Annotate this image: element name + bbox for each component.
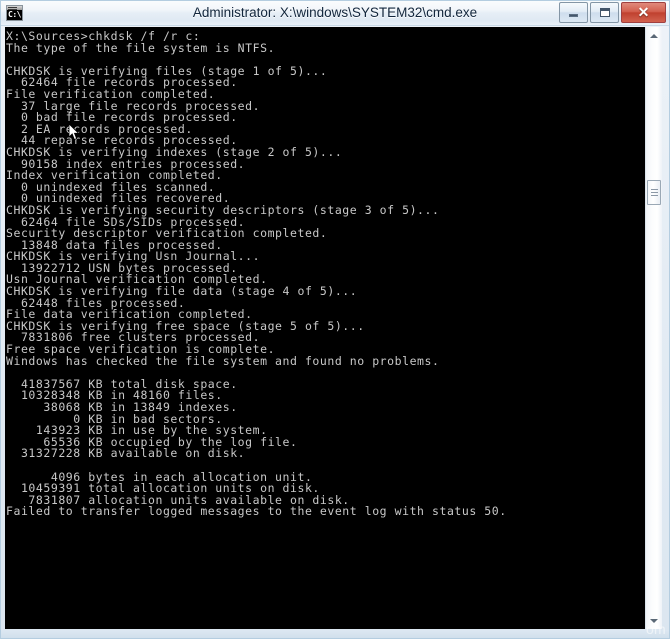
close-icon: ✕ xyxy=(637,4,650,20)
minimize-icon xyxy=(560,3,587,22)
scroll-up-arrow-icon[interactable] xyxy=(646,27,662,44)
maximize-icon xyxy=(591,3,618,22)
window-controls: ✕ xyxy=(559,2,666,23)
console-text: X:\Sources>chkdsk /f /r c: The type of t… xyxy=(6,29,507,519)
console-output-area[interactable]: X:\Sources>chkdsk /f /r c: The type of t… xyxy=(5,27,645,629)
maximize-button[interactable] xyxy=(590,2,619,23)
scrollbar-thumb[interactable] xyxy=(647,180,661,205)
minimize-button[interactable] xyxy=(559,2,588,23)
vertical-scrollbar[interactable] xyxy=(645,27,662,629)
watermark-text: om xyxy=(645,621,666,637)
cmd-window: C:\ Administrator: X:\windows\SYSTEM32\c… xyxy=(0,0,670,639)
window-bottom-edge xyxy=(0,630,670,639)
scrollbar-track[interactable] xyxy=(646,44,662,612)
close-button[interactable]: ✕ xyxy=(621,2,666,23)
scrollbar-thumb-grip xyxy=(651,189,658,190)
window-title-bar[interactable]: C:\ Administrator: X:\windows\SYSTEM32\c… xyxy=(0,0,670,26)
